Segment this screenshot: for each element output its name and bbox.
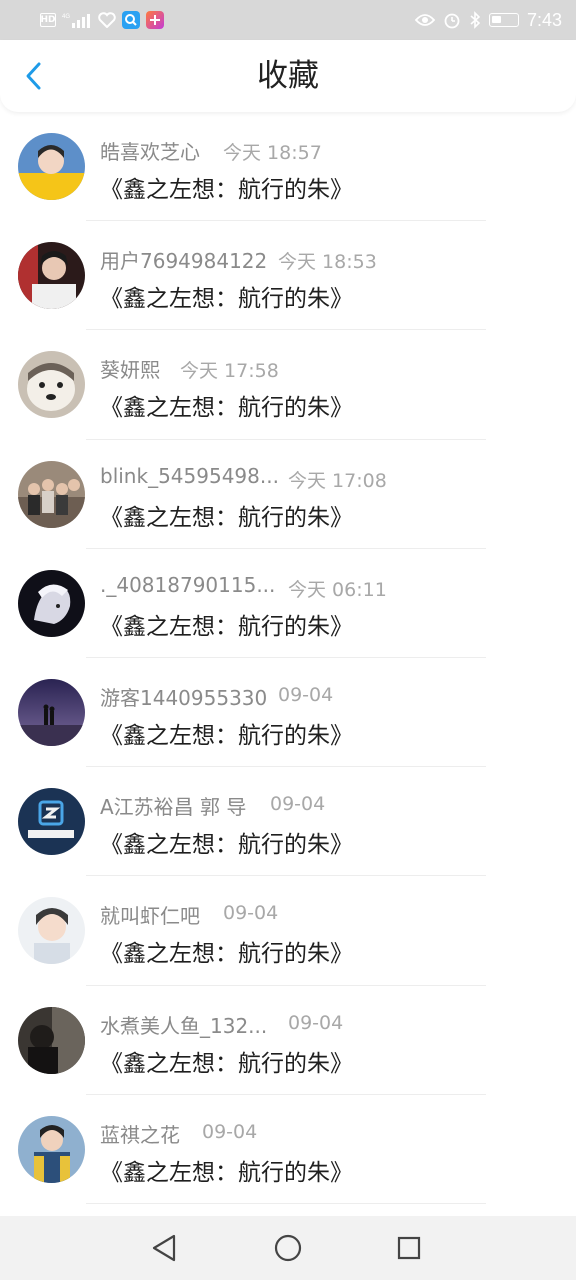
username: ._40818790115... [100, 572, 276, 597]
avatar [18, 460, 85, 528]
item-title: 《鑫之左想：航行的朱》 [100, 832, 353, 859]
username: A江苏裕昌 郭 导 [100, 795, 247, 820]
timestamp: 09-04 [288, 1011, 344, 1034]
timestamp: 09-04 [278, 683, 334, 706]
app-icon [146, 11, 164, 29]
avatar [18, 1006, 85, 1074]
heart-icon [98, 12, 116, 28]
clock: 7:43 [526, 9, 562, 30]
timestamp: 今天 17:08 [288, 469, 387, 492]
status-bar: HD 4G 7:43 [0, 0, 576, 40]
timestamp: 09-04 [202, 1120, 258, 1143]
circle-home-icon [274, 1234, 302, 1262]
alarm-icon [443, 11, 461, 29]
item-title: 《鑫之左想：航行的朱》 [100, 1050, 353, 1077]
signal-icon: 4G [62, 12, 92, 28]
nav-home-button[interactable] [270, 1230, 306, 1266]
list-item[interactable]: 葵妍熙 今天 17:58 《鑫之左想：航行的朱》 [0, 330, 576, 440]
list-item[interactable]: 用户7694984122 今天 18:53 《鑫之左想：航行的朱》 [0, 221, 576, 331]
avatar [18, 133, 85, 200]
username: 蓝祺之花 [100, 1122, 180, 1147]
item-title: 《鑫之左想：航行的朱》 [100, 504, 353, 531]
timestamp: 今天 06:11 [288, 578, 387, 601]
username: 用户7694984122 [100, 249, 268, 274]
timestamp: 今天 18:53 [278, 251, 377, 274]
item-title: 《鑫之左想：航行的朱》 [100, 286, 353, 313]
favorites-list: 皓喜欢芝心 今天 18:57 《鑫之左想：航行的朱》 用户7694984122 … [0, 112, 576, 1204]
list-item[interactable]: 游客1440955330 09-04 《鑫之左想：航行的朱》 [0, 658, 576, 768]
item-title: 《鑫之左想：航行的朱》 [100, 941, 353, 968]
divider [86, 1202, 486, 1204]
nav-recents-button[interactable] [391, 1230, 427, 1266]
item-title: 《鑫之左想：航行的朱》 [100, 177, 353, 203]
list-item[interactable]: A江苏裕昌 郭 导 09-04 《鑫之左想：航行的朱》 [0, 767, 576, 877]
avatar [18, 242, 85, 310]
list-item[interactable]: 蓝祺之花 09-04 《鑫之左想：航行的朱》 [0, 1095, 576, 1204]
square-recents-icon [397, 1236, 421, 1260]
triangle-back-icon [152, 1234, 176, 1262]
avatar [18, 897, 85, 965]
avatar [18, 351, 85, 419]
username: blink_54595498... [100, 463, 279, 488]
battery-icon [488, 13, 519, 27]
username: 水煮美人鱼_132... [100, 1013, 268, 1038]
list-item[interactable]: ._40818790115... 今天 06:11 《鑫之左想：航行的朱》 [0, 549, 576, 658]
list-item[interactable]: 就叫虾仁吧 09-04 《鑫之左想：航行的朱》 [0, 876, 576, 986]
username: 就叫虾仁吧 [100, 904, 200, 929]
eye-icon [414, 13, 435, 27]
avatar [18, 1115, 85, 1183]
page-title: 收藏 [257, 58, 319, 94]
list-item[interactable]: blink_54595498... 今天 17:08 《鑫之左想：航行的朱》 [0, 440, 576, 549]
system-nav-bar [0, 1216, 576, 1280]
nav-back-button[interactable] [146, 1230, 182, 1266]
timestamp: 09-04 [270, 793, 326, 816]
timestamp: 今天 18:57 [223, 142, 322, 164]
search-app-icon [122, 11, 140, 29]
avatar [18, 678, 85, 746]
hd-icon: HD [40, 13, 56, 27]
timestamp: 09-04 [223, 902, 279, 925]
username: 游客1440955330 [100, 685, 268, 710]
app-header: 收藏 [0, 40, 576, 112]
avatar [18, 788, 85, 856]
item-title: 《鑫之左想：航行的朱》 [100, 722, 353, 749]
username: 皓喜欢芝心 [100, 140, 200, 164]
list-item[interactable]: 皓喜欢芝心 今天 18:57 《鑫之左想：航行的朱》 [0, 112, 576, 222]
list-item[interactable]: 水煮美人鱼_132... 09-04 《鑫之左想：航行的朱》 [0, 986, 576, 1095]
avatar [18, 569, 85, 637]
bluetooth-icon [469, 11, 481, 29]
item-title: 《鑫之左想：航行的朱》 [100, 395, 353, 422]
item-title: 《鑫之左想：航行的朱》 [100, 613, 353, 640]
network-type: 4G [62, 14, 70, 20]
username: 葵妍熙 [100, 358, 160, 383]
timestamp: 今天 17:58 [180, 360, 279, 383]
item-title: 《鑫之左想：航行的朱》 [100, 1159, 353, 1186]
